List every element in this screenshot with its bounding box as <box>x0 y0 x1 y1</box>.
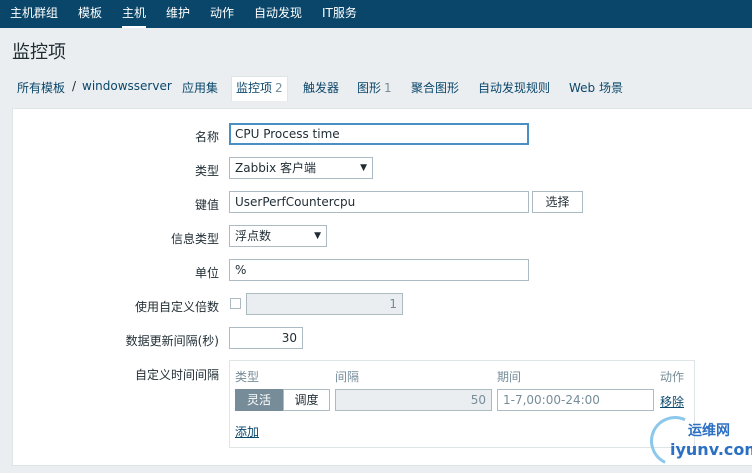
nav-it-services[interactable]: IT服务 <box>322 0 357 28</box>
type-select[interactable]: Zabbix 客户端 ▼ <box>229 157 373 179</box>
custom-intervals-label: 自定义时间间隔 <box>134 368 219 382</box>
interval-label: 数据更新间隔(秒) <box>125 334 219 348</box>
tab-items[interactable]: 监控项 2 <box>231 76 288 101</box>
key-select-button[interactable]: 选择 <box>532 191 583 213</box>
col-action-header: 动作 <box>660 370 685 384</box>
type-select-value: Zabbix 客户端 <box>235 161 317 175</box>
watermark-text-1: 运维网 <box>688 423 730 439</box>
tab-triggers[interactable]: 触发器 <box>303 79 339 96</box>
name-label: 名称 <box>194 130 219 144</box>
units-label: 单位 <box>194 266 219 280</box>
breadcrumb-tabs: 所有模板 / windowsserver 应用集 监控项 2 触发器 图形 1 聚合… <box>0 70 752 106</box>
interval-input[interactable]: 30 <box>229 327 303 349</box>
custom-intervals-table: 类型 间隔 期间 动作 灵活 调度 50 1-7,00:00-24:00 移除 … <box>229 360 695 448</box>
col-interval-header: 间隔 <box>335 370 360 384</box>
flex-interval-input[interactable]: 50 <box>335 389 492 411</box>
add-link[interactable]: 添加 <box>235 423 259 440</box>
nav-actions[interactable]: 动作 <box>210 0 234 28</box>
tab-graphs-label: 图形 <box>357 81 382 95</box>
multiplier-checkbox[interactable] <box>230 298 241 309</box>
tab-screens[interactable]: 聚合图形 <box>411 79 459 96</box>
chevron-down-icon: ▼ <box>360 163 367 173</box>
nav-hosts[interactable]: 主机 <box>122 0 147 28</box>
page-title: 监控项 <box>12 42 66 63</box>
tab-graphs[interactable]: 图形 1 <box>357 79 392 96</box>
top-navigation: 主机群组 模板 主机 维护 动作 自动发现 IT服务 <box>0 0 752 28</box>
tab-items-label: 监控项 <box>236 81 273 95</box>
tab-graphs-count: 1 <box>384 81 392 95</box>
nav-templates[interactable]: 模板 <box>78 0 102 28</box>
watermark-logo: 运维网 iyunv.com <box>642 408 752 473</box>
col-type-header: 类型 <box>235 370 260 384</box>
breadcrumb-separator: / <box>72 79 77 93</box>
name-input[interactable]: CPU Process time <box>229 123 529 145</box>
watermark-text-2: iyunv.com <box>670 440 752 459</box>
type-label: 类型 <box>194 164 219 178</box>
tab-web-scenarios[interactable]: Web 场景 <box>569 79 623 96</box>
item-form: 名称 CPU Process time 类型 Zabbix 客户端 ▼ 键值 U… <box>12 108 752 466</box>
flex-period-input[interactable]: 1-7,00:00-24:00 <box>497 389 654 411</box>
tab-applications[interactable]: 应用集 <box>182 79 218 96</box>
flexible-toggle[interactable]: 灵活 <box>235 389 283 411</box>
scheduling-toggle[interactable]: 调度 <box>283 389 330 411</box>
tab-items-count: 2 <box>275 81 283 95</box>
multiplier-input: 1 <box>246 293 403 315</box>
nav-maintenance[interactable]: 维护 <box>166 0 190 28</box>
units-input[interactable]: % <box>229 259 529 281</box>
remove-link[interactable]: 移除 <box>660 393 684 410</box>
nav-discovery[interactable]: 自动发现 <box>254 0 302 28</box>
tab-discovery-rules[interactable]: 自动发现规则 <box>478 79 550 96</box>
chevron-down-icon: ▼ <box>314 231 321 241</box>
key-input[interactable]: UserPerfCountercpu <box>229 191 529 213</box>
info-type-label: 信息类型 <box>170 232 219 246</box>
breadcrumb-all-templates[interactable]: 所有模板 <box>17 79 65 96</box>
col-period-header: 期间 <box>497 370 522 384</box>
nav-host-groups[interactable]: 主机群组 <box>10 0 58 28</box>
key-label: 键值 <box>194 198 219 212</box>
info-type-select-value: 浮点数 <box>235 229 272 243</box>
breadcrumb-host[interactable]: windowsserver <box>82 79 172 93</box>
info-type-select[interactable]: 浮点数 ▼ <box>229 225 327 247</box>
multiplier-label: 使用自定义倍数 <box>134 300 219 314</box>
